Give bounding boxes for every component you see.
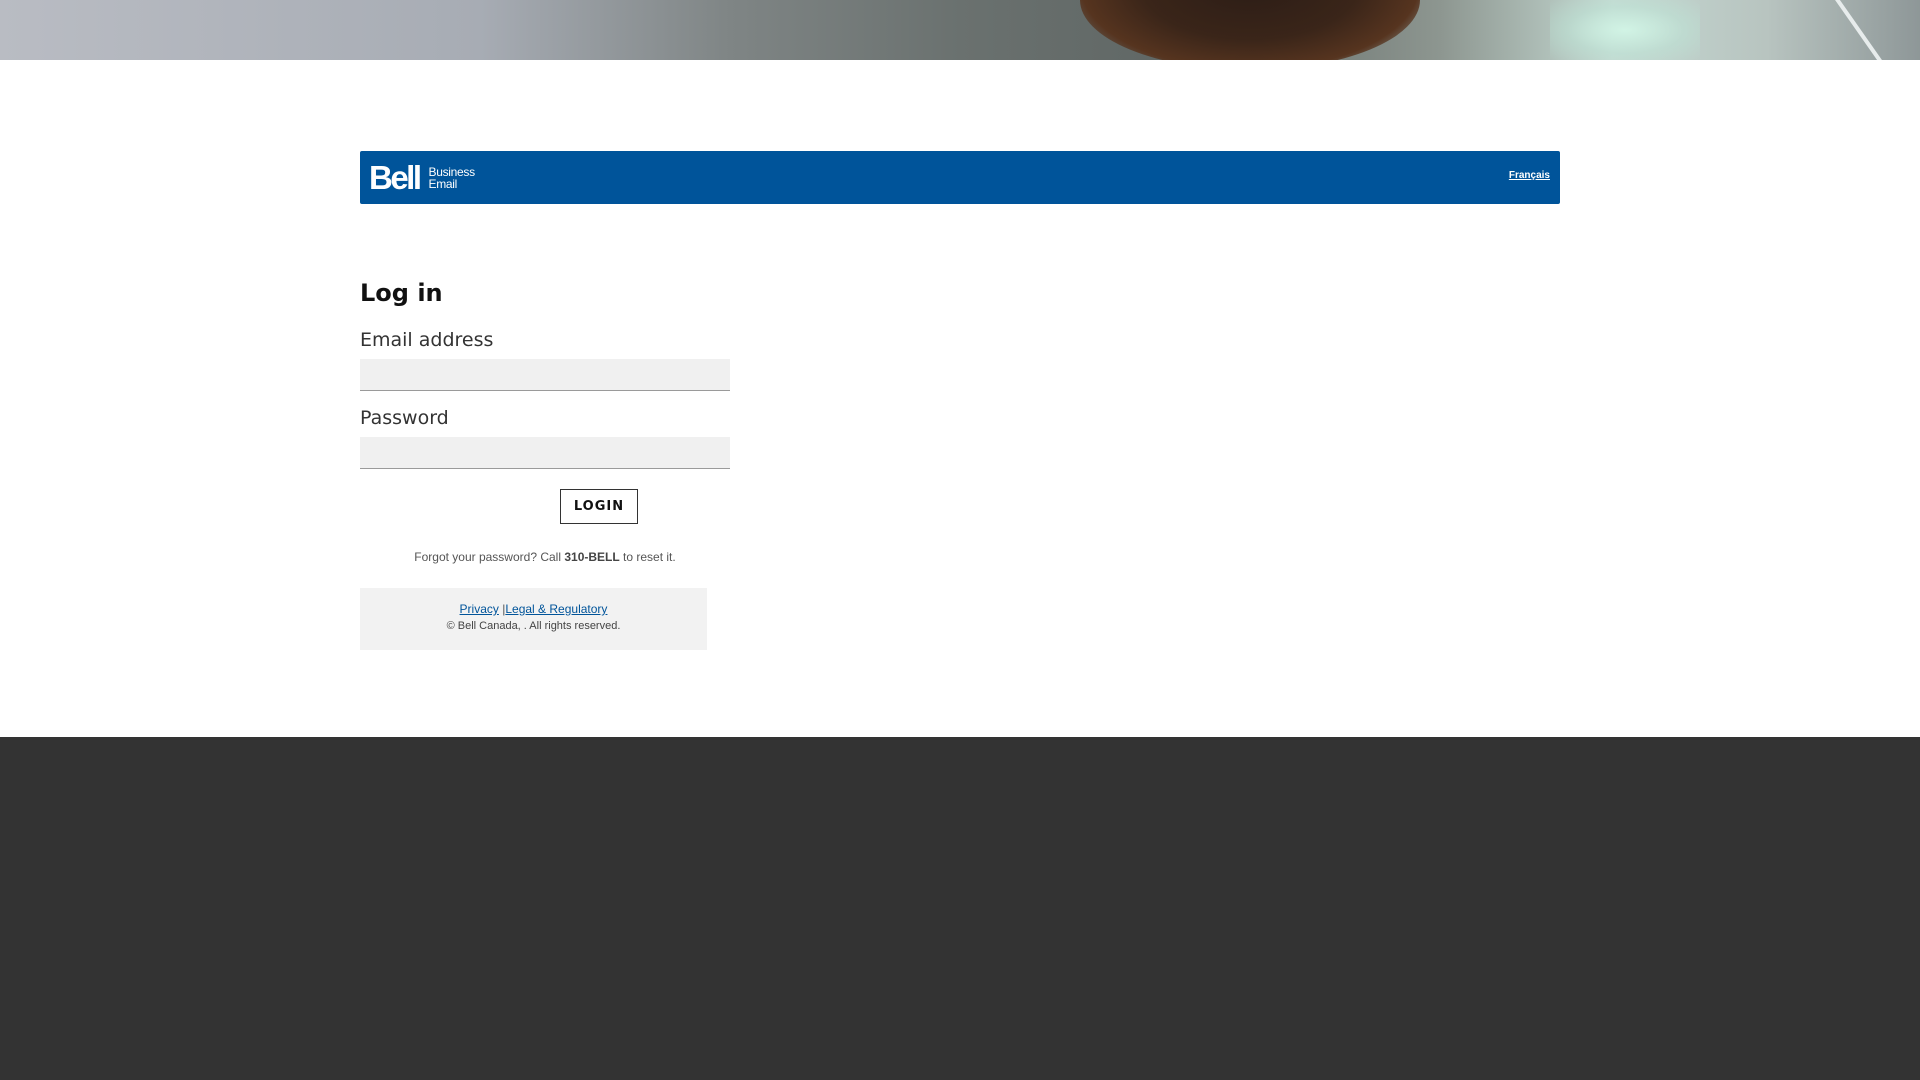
login-button-row: LOGIN <box>360 489 730 524</box>
email-field[interactable] <box>360 359 730 391</box>
forgot-prefix: Forgot your password? Call <box>414 550 565 564</box>
bell-logo-wordmark: Bell <box>369 159 422 196</box>
hero-photo-pole <box>1834 0 1890 60</box>
password-field[interactable] <box>360 437 730 469</box>
support-phone-number: 310-BELL <box>564 550 620 564</box>
logo-subtitle-line1: Business <box>428 164 476 179</box>
legal-footer: Privacy |Legal & Regulatory © Bell Canad… <box>360 588 707 650</box>
page: Bell Business Email Français Log in Emai… <box>0 0 1920 1080</box>
logo-subtitle-line2: Email <box>428 176 458 191</box>
login-form: Log in Email address Password LOGIN Forg… <box>360 278 730 650</box>
bell-business-email-logo[interactable]: Bell Business Email <box>369 161 475 194</box>
brand-header-bar: Bell Business Email Français <box>360 151 1560 204</box>
hero-photo-banner <box>0 0 1920 60</box>
legal-regulatory-link[interactable]: Legal & Regulatory <box>505 602 607 616</box>
logo-subtitle: Business Email <box>428 164 476 191</box>
language-toggle-link[interactable]: Français <box>1509 170 1550 181</box>
password-label: Password <box>360 407 449 429</box>
hero-photo-light <box>1550 0 1700 60</box>
hero-photo-hair <box>1080 0 1420 60</box>
footer-links: Privacy |Legal & Regulatory <box>360 602 707 616</box>
email-label: Email address <box>360 329 494 351</box>
forgot-password-text: Forgot your password? Call 310-BELL to r… <box>360 550 730 564</box>
forgot-suffix: to reset it. <box>619 550 676 564</box>
page-title: Log in <box>360 279 443 307</box>
login-button[interactable]: LOGIN <box>560 489 638 524</box>
privacy-link[interactable]: Privacy <box>460 602 499 616</box>
bottom-dark-band <box>0 737 1920 1080</box>
copyright-text: © Bell Canada, . All rights reserved. <box>446 620 621 632</box>
main-content: Bell Business Email Français Log in Emai… <box>360 151 1560 650</box>
